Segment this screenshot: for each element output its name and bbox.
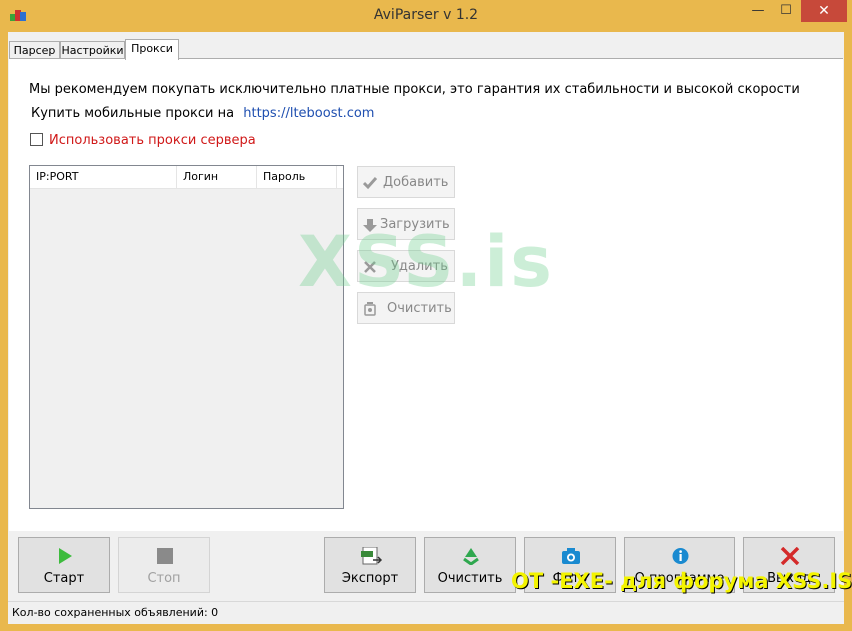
export-label: Экспорт [341,571,399,586]
window-title: AviParser v 1.2 [373,7,479,23]
use-proxy-checkbox[interactable] [30,133,43,146]
proxy-list-header: IP:PORT Логин Пароль [30,166,343,189]
start-label: Старт [43,571,85,586]
proxy-notice-text: Мы рекомендуем покупать исключительно пл… [29,82,800,97]
buy-proxy-row: Купить мобильные прокси на https://ltebo… [31,106,374,121]
close-x-icon [780,547,800,565]
trash-icon [364,302,376,316]
column-header-ip-port[interactable]: IP:PORT [30,166,177,188]
stop-label: Стоп [147,571,181,586]
main-window: AviParser v 1.2 — ☐ ✕ Парсер Настройки П… [0,0,852,631]
csv-export-icon [361,547,383,565]
camera-icon [562,548,580,564]
tab-proxy[interactable]: Прокси [125,39,179,60]
title-bar[interactable]: AviParser v 1.2 — ☐ ✕ [0,0,852,32]
use-proxy-label[interactable]: Использовать прокси сервера [49,133,256,148]
client-area: Парсер Настройки Прокси Мы рекомендуем п… [8,32,844,624]
close-button[interactable]: ✕ [801,0,847,22]
export-button[interactable]: Экспорт [324,537,416,593]
stop-icon [157,548,173,564]
stop-button[interactable]: Стоп [118,537,210,593]
status-bar: Кол-во сохраненных объявлений: 0 [8,601,844,624]
start-button[interactable]: Старт [18,537,110,593]
watermark-text: XSS.is [298,221,554,303]
use-proxy-row[interactable]: Использовать прокси сервера [30,133,256,148]
tab-parser[interactable]: Парсер [9,41,60,59]
tab-settings[interactable]: Настройки [60,41,125,59]
check-icon [363,177,377,190]
lteboost-link[interactable]: https://lteboost.com [243,106,374,121]
clear-results-label: Очистить [437,571,503,586]
buy-proxy-label: Купить мобильные прокси на [31,106,235,121]
saved-count-status: Кол-во сохраненных объявлений: 0 [12,606,219,619]
info-icon [672,548,689,564]
minimize-button[interactable]: — [744,0,772,22]
play-icon [59,548,72,564]
forum-overlay-text: ОТ -EXE- для форума XSS.IS [511,569,852,593]
add-proxy-button[interactable]: Добавить [357,166,455,198]
proxy-list[interactable]: IP:PORT Логин Пароль [29,165,344,509]
add-proxy-label: Добавить [383,175,449,190]
column-header-password[interactable]: Пароль [257,166,337,188]
maximize-button[interactable]: ☐ [772,0,800,22]
recycle-icon [463,548,479,565]
column-header-login[interactable]: Логин [177,166,257,188]
clear-results-button[interactable]: Очистить [424,537,516,593]
